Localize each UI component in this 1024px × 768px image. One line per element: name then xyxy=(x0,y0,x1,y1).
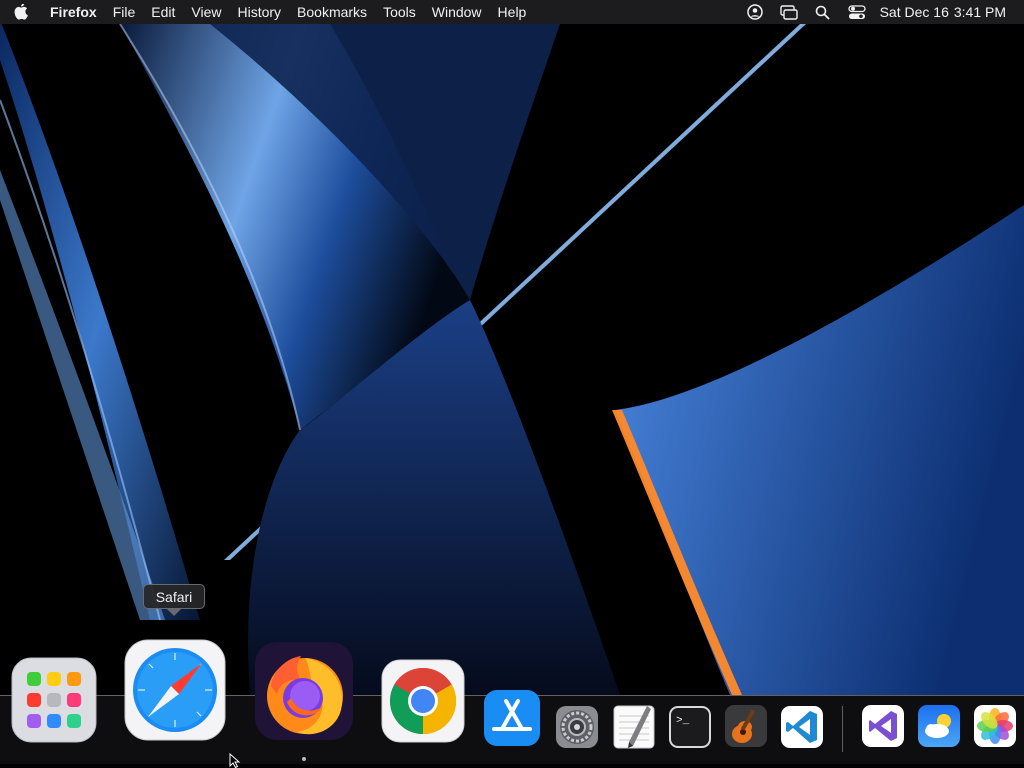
photos-icon[interactable] xyxy=(973,704,1017,748)
status-area: Sat Dec 16 3:41 PM xyxy=(738,0,1006,24)
clock-time: 3:41 PM xyxy=(953,4,1006,20)
menu-help[interactable]: Help xyxy=(490,0,535,24)
weather-icon[interactable] xyxy=(917,704,961,748)
app-store-icon[interactable] xyxy=(483,689,541,747)
visual-studio-icon[interactable] xyxy=(861,704,905,748)
dock-tooltip: Safari xyxy=(143,584,205,609)
vscode-icon[interactable] xyxy=(779,704,825,750)
app-menu-firefox[interactable]: Firefox xyxy=(50,0,105,24)
menu-bar-clock[interactable]: Sat Dec 16 3:41 PM xyxy=(880,4,1006,20)
dock-separator xyxy=(842,706,843,752)
safari-icon[interactable] xyxy=(123,638,227,742)
firefox-icon[interactable] xyxy=(253,640,355,742)
textedit-icon[interactable] xyxy=(611,704,657,750)
spotlight-search-icon[interactable] xyxy=(806,0,840,24)
screen-mirroring-icon[interactable] xyxy=(772,0,806,24)
terminal-icon[interactable]: >_ xyxy=(667,704,713,750)
menu-history[interactable]: History xyxy=(229,0,289,24)
menu-view[interactable]: View xyxy=(183,0,229,24)
chrome-icon[interactable] xyxy=(380,658,466,744)
menu-tools[interactable]: Tools xyxy=(375,0,424,24)
menu-bookmarks[interactable]: Bookmarks xyxy=(289,0,375,24)
menu-edit[interactable]: Edit xyxy=(143,0,183,24)
firefox-running-indicator xyxy=(302,757,306,761)
mouse-cursor-icon xyxy=(229,753,241,768)
menu-window[interactable]: Window xyxy=(424,0,490,24)
user-account-icon[interactable] xyxy=(738,0,772,24)
clock-date: Sat Dec 16 xyxy=(879,4,949,20)
menu-file[interactable]: File xyxy=(105,0,144,24)
svg-text:>_: >_ xyxy=(676,715,690,727)
apple-menu-icon[interactable] xyxy=(14,4,36,20)
garageband-icon[interactable] xyxy=(723,703,769,749)
dock-tooltip-arrow xyxy=(166,608,182,616)
menu-bar: Firefox File Edit View History Bookmarks… xyxy=(0,0,1024,24)
system-preferences-icon[interactable] xyxy=(555,705,599,749)
control-center-icon[interactable] xyxy=(840,0,874,24)
launchpad-icon[interactable] xyxy=(10,656,98,744)
